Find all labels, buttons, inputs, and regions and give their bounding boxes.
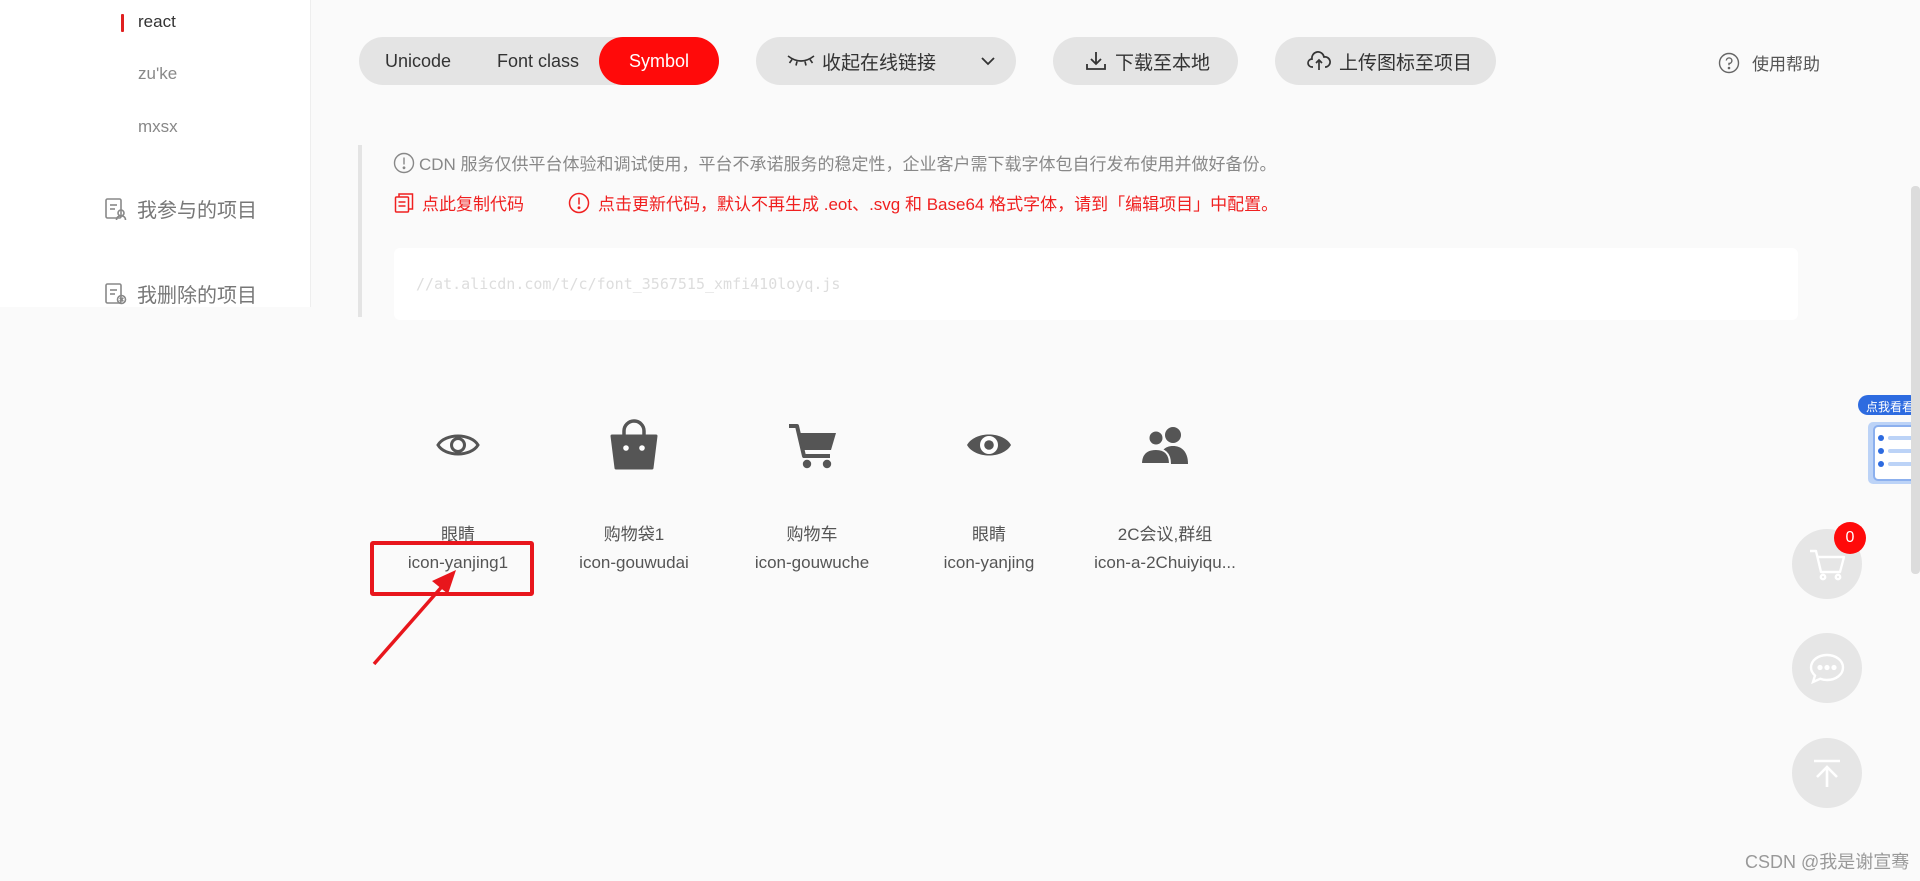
chevron-down-icon (981, 57, 995, 66)
watermark: CSDN @我是谢宣骞 (1745, 852, 1910, 872)
info-circle-icon (393, 152, 415, 173)
icon-code: icon-gouwuche (754, 553, 870, 572)
chat-bubble-icon (1809, 653, 1845, 684)
notice-divider (358, 145, 362, 317)
icon-name: 购物袋1 (603, 525, 665, 544)
eye-outline-icon (436, 434, 480, 456)
shopping-cart-icon (789, 424, 836, 469)
sidebar-item-mxsx[interactable]: mxsx (138, 117, 178, 137)
deleted-projects-icon (105, 282, 127, 304)
alert-circle-icon (568, 192, 590, 213)
eye-filled-icon (967, 434, 1011, 456)
icon-card-gouwuche[interactable]: 购物车 icon-gouwuche (727, 410, 897, 573)
icon-code: icon-a-2Chuiyiqu... (1094, 553, 1236, 572)
participated-projects-label: 我参与的项目 (137, 200, 257, 222)
icon-code: icon-yanjing (943, 553, 1035, 572)
cdn-warning: CDN 服务仅供平台体验和调试使用，平台不承诺服务的稳定性，企业客户需下载字体包… (393, 150, 1277, 175)
participated-projects-link[interactable]: 我参与的项目 (103, 194, 257, 223)
code-format-tabs: Unicode Font class Symbol (359, 37, 719, 85)
deleted-projects-link[interactable]: 我删除的项目 (103, 279, 257, 308)
help-link[interactable]: 使用帮助 (1718, 50, 1820, 75)
icon-name: 眼睛 (441, 525, 475, 544)
download-label: 下载至本地 (1115, 52, 1211, 74)
tab-symbol[interactable]: Symbol (599, 37, 719, 85)
chat-button[interactable] (1792, 633, 1862, 703)
arrow-up-to-top-icon (1814, 759, 1840, 787)
vertical-scrollbar[interactable] (1911, 186, 1920, 574)
icon-name: 2C会议,群组 (1117, 525, 1213, 544)
cdn-url-box[interactable]: //at.alicdn.com/t/c/font_3567515_xmfi410… (394, 248, 1798, 320)
shopping-bag-icon (610, 419, 658, 470)
collapse-online-link-button[interactable]: 收起在线链接 (756, 37, 1016, 85)
cloud-upload-icon (1307, 51, 1331, 70)
closed-eye-icon (787, 55, 815, 66)
project-sidebar: react zu'ke mxsx 我参与的项目 我删除的项目 (0, 0, 311, 307)
icon-name: 购物车 (786, 525, 838, 544)
sidebar-item-zuke[interactable]: zu'ke (138, 64, 177, 84)
icon-name: 眼睛 (972, 525, 1006, 544)
copy-code-link[interactable]: 点此复制代码 (422, 190, 524, 215)
icon-card-yanjing[interactable]: 眼睛 icon-yanjing (904, 410, 1074, 573)
annotation-arrow (372, 570, 456, 666)
copy-document-icon (394, 192, 414, 213)
icon-card-group[interactable]: 2C会议,群组 icon-a-2Chuiyiqu... (1080, 410, 1250, 573)
collapse-online-link-label: 收起在线链接 (822, 52, 937, 74)
participated-projects-icon (105, 197, 127, 220)
icon-code: icon-gouwudai (579, 553, 689, 572)
deleted-projects-label: 我删除的项目 (137, 285, 257, 307)
back-to-top-button[interactable] (1792, 738, 1862, 808)
active-project-marker (121, 14, 124, 32)
group-users-icon (1139, 427, 1188, 465)
tab-font-class[interactable]: Font class (477, 37, 599, 85)
question-circle-icon (1718, 52, 1740, 73)
promo-label: 点我看看 (1866, 400, 1915, 414)
tab-unicode[interactable]: Unicode (359, 37, 477, 85)
upload-icons-button[interactable]: 上传图标至项目 (1275, 37, 1496, 85)
upload-icons-label: 上传图标至项目 (1339, 52, 1473, 74)
cdn-warning-text: CDN 服务仅供平台体验和调试使用，平台不承诺服务的稳定性，企业客户需下载字体包… (419, 155, 1277, 174)
icon-card-gouwudai[interactable]: 购物袋1 icon-gouwudai (549, 410, 719, 573)
download-icon (1086, 52, 1106, 70)
sidebar-item-react[interactable]: react (138, 12, 176, 32)
download-button[interactable]: 下载至本地 (1053, 37, 1238, 85)
cart-count-badge: 0 (1834, 522, 1866, 554)
help-label: 使用帮助 (1752, 55, 1820, 74)
code-actions: 点此复制代码 点击更新代码，默认不再生成 .eot、.svg 和 Base64 … (393, 190, 1278, 215)
update-code-link[interactable]: 点击更新代码，默认不再生成 .eot、.svg 和 Base64 格式字体，请到… (598, 190, 1278, 215)
